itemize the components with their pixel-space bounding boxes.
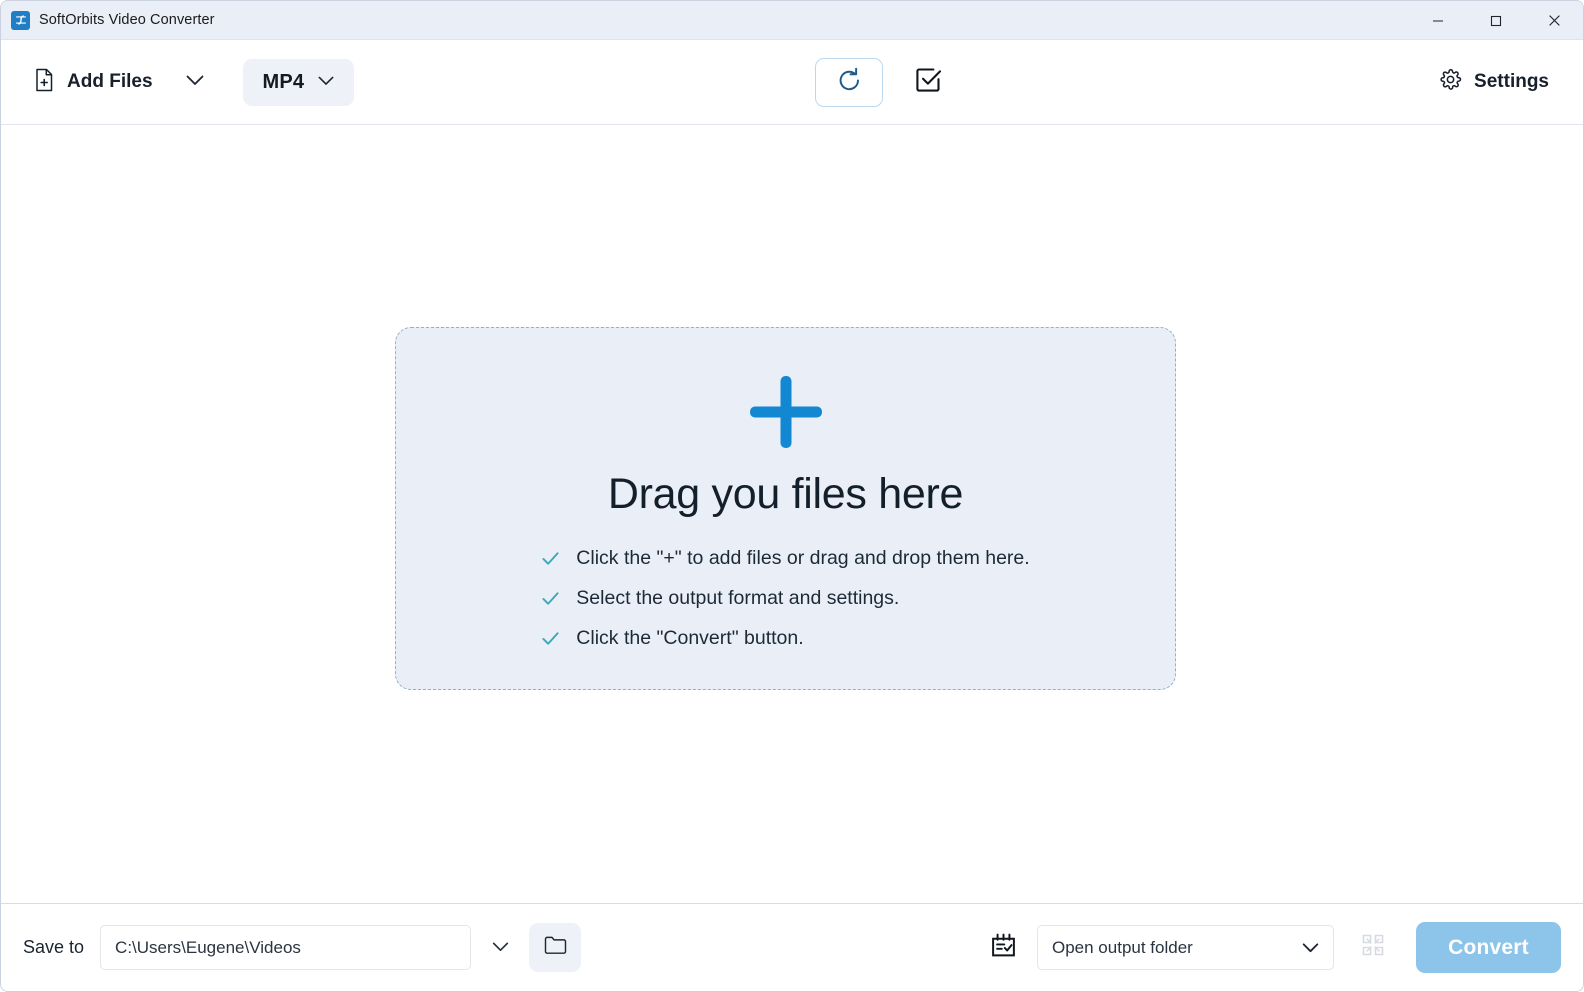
video-converter-icon	[11, 10, 30, 30]
chevron-down-icon	[1302, 938, 1319, 958]
after-convert-value: Open output folder	[1052, 937, 1193, 957]
checkbox-checked-icon	[914, 66, 942, 99]
toolbar-center-group	[815, 40, 951, 125]
file-plus-icon	[33, 68, 55, 97]
app-window: SoftOrbits Video Converter Add Files MP4…	[0, 0, 1584, 992]
chevron-down-icon	[186, 73, 204, 91]
add-files-label: Add Files	[67, 71, 153, 92]
dropzone-instructions: Click the "+" to add files or drag and d…	[541, 547, 1030, 650]
list-item: Click the "Convert" button.	[541, 627, 1029, 650]
close-button[interactable]	[1525, 1, 1583, 40]
toolbar-right-group: Settings	[1427, 59, 1561, 105]
list-item-label: Click the "Convert" button.	[576, 627, 804, 649]
list-item: Click the "+" to add files or drag and d…	[541, 547, 1030, 570]
select-all-button[interactable]	[905, 60, 951, 106]
output-format-label: MP4	[262, 70, 305, 93]
check-icon	[541, 589, 560, 608]
plus-icon[interactable]	[750, 376, 822, 448]
chevron-down-icon	[492, 939, 509, 957]
save-path-input[interactable]: C:\Users\Eugene\Videos	[100, 925, 472, 970]
maximize-button[interactable]	[1467, 1, 1525, 40]
window-title: SoftOrbits Video Converter	[39, 12, 215, 28]
after-convert-select[interactable]: Open output folder	[1037, 925, 1334, 970]
merge-button	[1348, 923, 1398, 973]
gear-icon	[1439, 68, 1462, 96]
title-bar: SoftOrbits Video Converter	[1, 1, 1583, 40]
window-controls	[1409, 1, 1583, 40]
save-path-dropdown-button[interactable]	[479, 927, 521, 969]
merge-icon	[1361, 933, 1385, 962]
check-icon	[541, 629, 560, 648]
rotate-clockwise-icon	[835, 66, 864, 100]
chevron-down-icon	[318, 73, 334, 91]
list-item: Select the output format and settings.	[541, 587, 1029, 610]
bottom-bar: Save to C:\Users\Eugene\Videos Open outp…	[1, 903, 1583, 991]
output-format-button[interactable]: MP4	[242, 58, 355, 106]
rotate-button[interactable]	[815, 58, 883, 107]
add-files-dropdown-button[interactable]	[175, 62, 215, 102]
check-icon	[541, 549, 560, 568]
browse-folder-button[interactable]	[529, 923, 582, 972]
schedule-button[interactable]	[981, 926, 1025, 970]
dropzone-title: Drag you files here	[607, 470, 964, 518]
bottom-bar-right-group: Open output folder Convert	[981, 922, 1561, 973]
toolbar-left-group: Add Files MP4	[23, 58, 355, 106]
minimize-button[interactable]	[1409, 1, 1467, 40]
file-dropzone[interactable]: Drag you files here Click the "+" to add…	[395, 327, 1176, 690]
list-item-label: Select the output format and settings.	[576, 587, 900, 609]
folder-icon	[544, 935, 567, 960]
settings-label: Settings	[1474, 71, 1549, 92]
save-to-label: Save to	[23, 937, 85, 957]
convert-button[interactable]: Convert	[1416, 922, 1561, 973]
main-toolbar: Add Files MP4 Settings	[1, 40, 1583, 125]
calendar-check-icon	[990, 932, 1017, 964]
settings-button[interactable]: Settings	[1427, 59, 1561, 105]
list-item-label: Click the "+" to add files or drag and d…	[576, 547, 1030, 569]
add-files-button[interactable]: Add Files	[23, 59, 163, 106]
main-content: Drag you files here Click the "+" to add…	[1, 125, 1583, 903]
